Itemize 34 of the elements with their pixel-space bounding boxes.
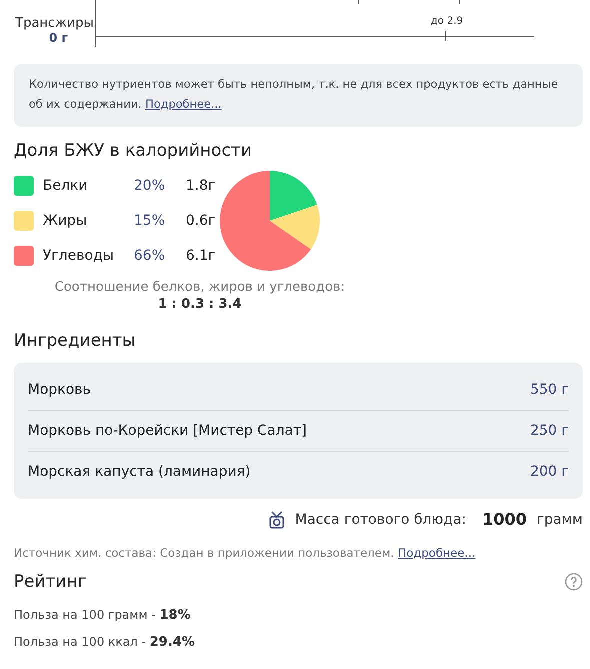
notice-text: Количество нутриентов может быть неполным, т.к. не для всех продуктов есть данные об их содержании. Подробнее...	[14, 64, 583, 127]
ingredient-amount: 200 г	[530, 464, 569, 480]
legend-percent: 15%	[134, 213, 166, 229]
legend-percent: 20%	[134, 178, 166, 194]
ingredient-name: Морская капуста (ламинария)	[28, 464, 251, 480]
ratio-value: 1 : 0.3 : 3.4	[157, 296, 243, 313]
ingredient-name: Морковь	[28, 382, 92, 398]
ingredient-amount: 550 г	[530, 382, 569, 398]
ratio-label: Соотношение белков, жиров и углеводов:	[54, 279, 346, 296]
ingredient-amount: 250 г	[530, 423, 569, 439]
ingredient-name: Морковь по-Корейски [Мистер Салат]	[28, 423, 308, 439]
legend-label: Углеводы	[43, 248, 115, 264]
legend-label: Жиры	[43, 213, 88, 229]
more-link[interactable]: Подробнее...	[398, 546, 476, 560]
source-text: Источник хим. состава: Создан в приложении пользователем. Подробнее...	[14, 546, 477, 560]
limit-label: до 2.9	[431, 16, 464, 27]
section-title: Рейтинг	[14, 572, 87, 592]
scale-icon	[269, 510, 286, 528]
rating-line: Польза на 100 ккал - 29.4%	[14, 635, 196, 650]
nutrient-value: 0 г	[49, 31, 68, 45]
legend-grams: 6.1г	[186, 248, 216, 264]
rating-line: Польза на 100 грамм - 18%	[14, 608, 192, 623]
help-icon[interactable]	[565, 573, 583, 591]
mass-unit: грамм	[537, 512, 583, 528]
legend-label: Белки	[43, 178, 89, 194]
legend-grams: 1.8г	[186, 178, 216, 194]
section-title: Ингредиенты	[14, 331, 137, 351]
nutrient-label: Трансжиры	[16, 16, 94, 31]
legend-grams: 0.6г	[186, 213, 216, 229]
section-title: Доля БЖУ в калорийности	[14, 141, 253, 161]
legend-percent: 66%	[134, 248, 166, 264]
mass-label: Масса готового блюда:	[295, 512, 467, 528]
more-link[interactable]: Подробнее...	[146, 98, 222, 111]
mass-value: 1000	[482, 510, 528, 529]
